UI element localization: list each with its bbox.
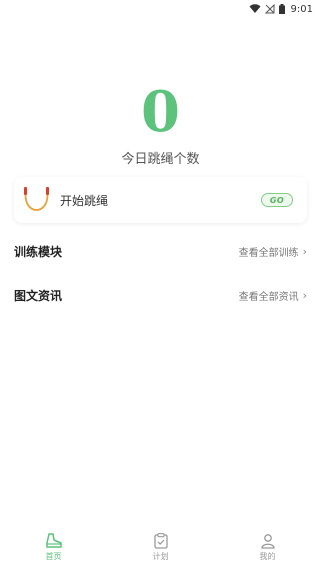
tab-mine[interactable]: 我的: [238, 533, 298, 562]
training-section-title: 训练模块: [14, 244, 63, 259]
start-jump-label: 开始跳绳: [60, 193, 109, 208]
tab-mine-label: 我的: [259, 551, 276, 561]
chevron-right-icon: ›: [302, 288, 307, 302]
no-signal-icon: [264, 4, 275, 14]
battery-icon: [278, 4, 285, 14]
user-icon: [260, 533, 275, 549]
today-count-block: 0 今日跳绳个数: [0, 80, 321, 167]
shoe-icon: [45, 532, 62, 548]
view-all-training-link[interactable]: 查看全部训练 ›: [239, 244, 307, 259]
view-all-news-label: 查看全部资讯: [238, 291, 299, 303]
bottom-tab-bar: 首页 计划 我的: [0, 523, 321, 571]
today-count: 0: [141, 79, 180, 145]
status-bar: 9:01: [0, 0, 321, 18]
wifi-icon: [249, 4, 261, 13]
go-button[interactable]: GO: [261, 193, 293, 207]
chevron-right-icon: ›: [302, 244, 307, 258]
jump-rope-icon: [24, 187, 49, 211]
today-count-label: 今日跳绳个数: [121, 152, 200, 167]
tab-home-label: 首页: [45, 551, 62, 561]
news-section-header: 图文资讯 查看全部资讯 ›: [14, 285, 307, 305]
status-time: 9:01: [290, 3, 313, 15]
view-all-training-label: 查看全部训练: [238, 247, 299, 259]
start-jump-card[interactable]: 开始跳绳 GO: [14, 177, 307, 223]
view-all-news-link[interactable]: 查看全部资讯 ›: [239, 288, 307, 303]
tab-home[interactable]: 首页: [24, 532, 84, 562]
clipboard-icon: [153, 532, 168, 549]
training-section-header: 训练模块 查看全部训练 ›: [14, 241, 307, 261]
tab-plan-label: 计划: [152, 551, 169, 561]
tab-plan[interactable]: 计划: [131, 532, 191, 562]
news-section-title: 图文资讯: [14, 288, 63, 303]
